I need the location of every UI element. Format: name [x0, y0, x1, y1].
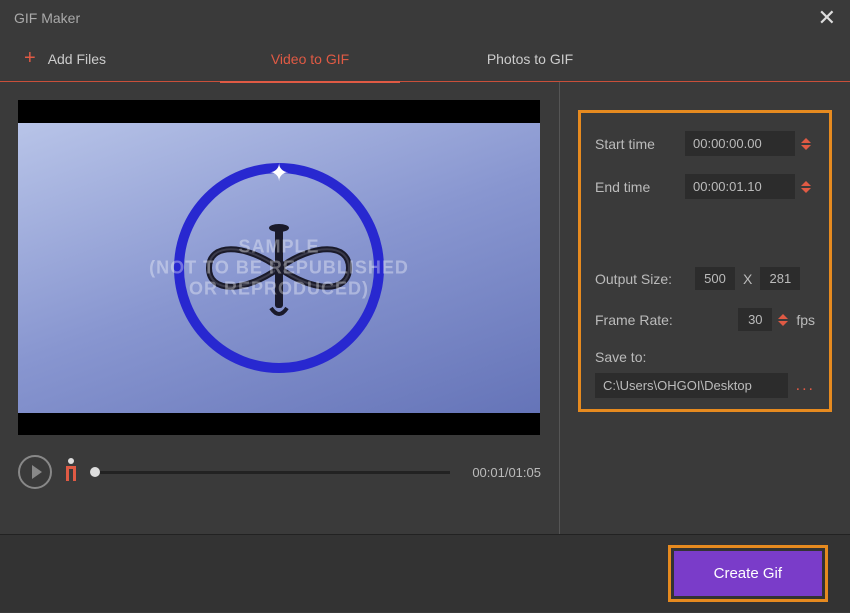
- settings-panel: Start time 00:00:00.00 End time 00:00:01…: [560, 82, 850, 534]
- output-height-input[interactable]: 281: [760, 267, 800, 290]
- settings-box: Start time 00:00:00.00 End time 00:00:01…: [578, 110, 832, 412]
- create-gif-button[interactable]: Create Gif: [674, 551, 822, 596]
- frame-rate-input[interactable]: 30: [738, 308, 772, 331]
- frame-rate-label: Frame Rate:: [595, 312, 695, 328]
- start-time-input[interactable]: 00:00:00.00: [685, 131, 795, 156]
- close-icon[interactable]: ✕: [818, 7, 836, 29]
- chevron-up-icon[interactable]: [801, 181, 811, 186]
- tab-photos-label: Photos to GIF: [487, 51, 573, 67]
- titlebar: GIF Maker ✕: [0, 0, 850, 36]
- timeline-slider[interactable]: [90, 471, 450, 474]
- size-x-label: X: [743, 271, 752, 287]
- preview-image: ✦ SAMPLE (NOT TO BE REPUBLISHED OR REPRO…: [18, 123, 540, 413]
- start-time-spinner[interactable]: [801, 138, 811, 150]
- chevron-up-icon[interactable]: [801, 138, 811, 143]
- end-time-spinner[interactable]: [801, 181, 811, 193]
- end-time-label: End time: [595, 179, 685, 195]
- app-title: GIF Maker: [14, 10, 80, 26]
- timeline-handle[interactable]: [90, 467, 100, 477]
- preview-panel: ✦ SAMPLE (NOT TO BE REPUBLISHED OR REPRO…: [0, 82, 560, 534]
- frame-rate-row: Frame Rate: 30 fps: [595, 308, 815, 331]
- start-time-label: Start time: [595, 136, 685, 152]
- video-preview: ✦ SAMPLE (NOT TO BE REPUBLISHED OR REPRO…: [18, 100, 540, 435]
- tabs: + Add Files Video to GIF Photos to GIF: [0, 36, 850, 82]
- end-time-input[interactable]: 00:00:01.10: [685, 174, 795, 199]
- frame-rate-spinner[interactable]: [778, 314, 788, 326]
- tab-photos-to-gif[interactable]: Photos to GIF: [420, 36, 640, 82]
- watermark-line3: OR REPRODUCED): [149, 278, 409, 299]
- playback-controls: 00:01/01:05: [18, 455, 541, 489]
- add-files-button[interactable]: + Add Files: [0, 47, 200, 70]
- add-files-label: Add Files: [48, 51, 106, 67]
- tab-video-label: Video to GIF: [271, 51, 349, 67]
- watermark-text: SAMPLE (NOT TO BE REPUBLISHED OR REPRODU…: [149, 236, 409, 299]
- end-time-row: End time 00:00:01.10: [595, 174, 815, 199]
- chevron-down-icon[interactable]: [778, 321, 788, 326]
- play-button[interactable]: [18, 455, 52, 489]
- output-width-input[interactable]: 500: [695, 267, 735, 290]
- marker-icon[interactable]: [64, 458, 78, 487]
- output-size-row: Output Size: 500 X 281: [595, 267, 815, 290]
- timecode: 00:01/01:05: [472, 465, 541, 480]
- save-path-input[interactable]: C:\Users\OHGOI\Desktop: [595, 373, 788, 398]
- create-gif-highlight: Create Gif: [668, 545, 828, 602]
- save-to-label: Save to:: [595, 349, 815, 365]
- plus-icon: +: [24, 47, 36, 70]
- watermark-line1: SAMPLE: [149, 236, 409, 257]
- chevron-down-icon[interactable]: [801, 188, 811, 193]
- watermark-line2: (NOT TO BE REPUBLISHED: [149, 257, 409, 278]
- play-icon: [32, 465, 42, 479]
- footer: Create Gif: [0, 534, 850, 612]
- fps-unit: fps: [796, 312, 815, 328]
- output-size-label: Output Size:: [595, 271, 695, 287]
- sparkle-icon: ✦: [269, 159, 289, 188]
- tab-video-to-gif[interactable]: Video to GIF: [200, 36, 420, 82]
- save-path-row: C:\Users\OHGOI\Desktop ...: [595, 373, 815, 398]
- main-content: ✦ SAMPLE (NOT TO BE REPUBLISHED OR REPRO…: [0, 82, 850, 534]
- chevron-down-icon[interactable]: [801, 145, 811, 150]
- browse-button[interactable]: ...: [796, 377, 815, 395]
- chevron-up-icon[interactable]: [778, 314, 788, 319]
- start-time-row: Start time 00:00:00.00: [595, 131, 815, 156]
